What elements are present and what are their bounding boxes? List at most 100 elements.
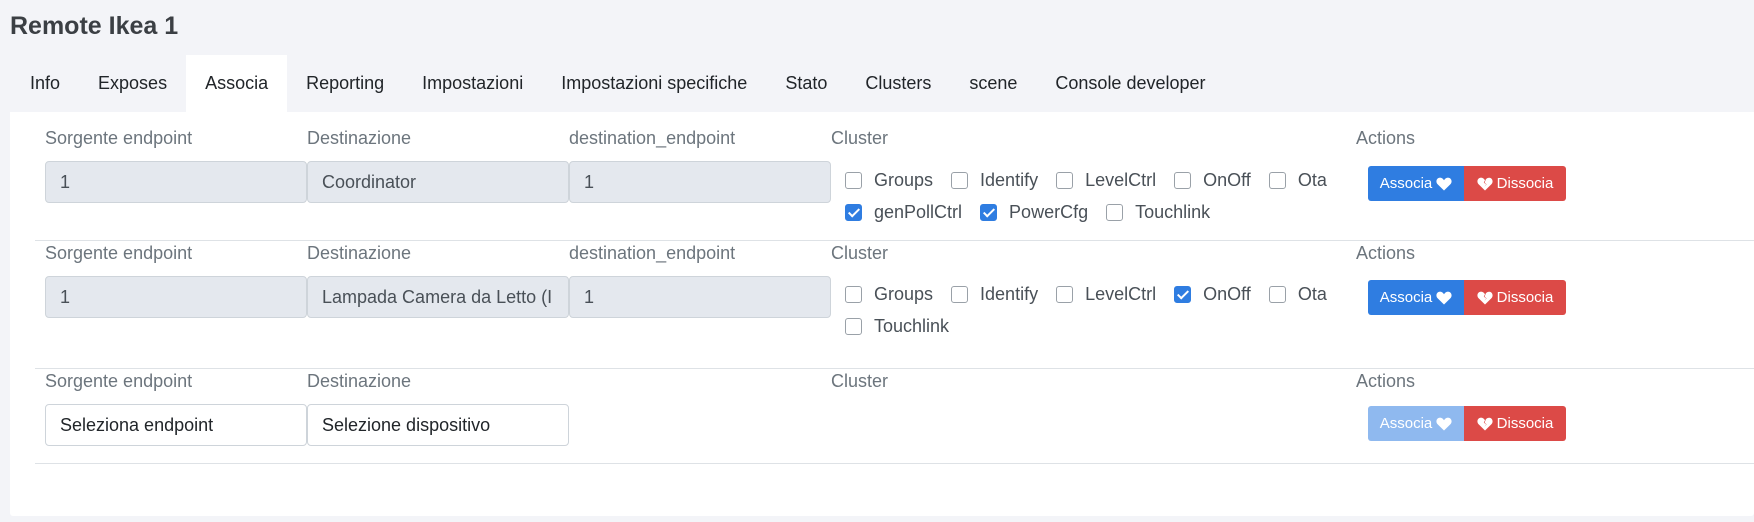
checkbox-label: Groups — [874, 169, 934, 190]
destination-endpoint-label: destination_endpoint — [569, 128, 736, 148]
destination-field[interactable]: Lampada Camera da Letto (I — [307, 276, 569, 318]
cluster-checkbox-genpollctrl[interactable]: genPollCtrl — [845, 202, 962, 223]
tab-impostazioni[interactable]: Impostazioni — [403, 55, 542, 112]
checkbox-label: Ota — [1297, 169, 1327, 190]
tab-impostazioni-specifiche[interactable]: Impostazioni specifiche — [542, 55, 766, 112]
dissocia-label: Dissocia — [1496, 289, 1554, 306]
actions-label: Actions — [1356, 128, 1416, 148]
checkbox-label: genPollCtrl — [874, 201, 963, 222]
destination-label: Destinazione — [307, 128, 412, 148]
tab-info[interactable]: Info — [10, 55, 79, 112]
tab-scene[interactable]: scene — [950, 55, 1036, 112]
checkbox-label: Identify — [980, 169, 1039, 190]
destination-endpoint-field[interactable]: 1 — [569, 161, 831, 203]
checkbox-label: PowerCfg — [1009, 201, 1089, 222]
checkbox-box[interactable] — [845, 203, 862, 221]
destination-field[interactable]: Coordinator — [307, 161, 569, 203]
checkbox-label: Touchlink — [1135, 201, 1211, 222]
cluster-checkbox-ota[interactable]: Ota — [1268, 283, 1327, 305]
associa-button[interactable]: Associa — [1368, 166, 1464, 201]
bind-actions: Associa Dissocia — [1368, 166, 1566, 201]
destination-label: Destinazione — [307, 371, 412, 391]
checkbox-box[interactable] — [1268, 171, 1286, 189]
source-endpoint-label: Sorgente endpoint — [45, 243, 193, 263]
checkbox-label: Ota — [1297, 283, 1327, 304]
dissocia-label: Dissocia — [1496, 415, 1554, 432]
checkbox-box[interactable] — [1056, 285, 1074, 303]
dissocia-button[interactable]: Dissocia — [1464, 166, 1566, 201]
destination-select[interactable]: Selezione dispositivo — [307, 404, 569, 446]
associa-button[interactable]: Associa — [1368, 280, 1464, 315]
actions-label: Actions — [1356, 371, 1416, 391]
tab-bar: Info Exposes Associa Reporting Impostazi… — [10, 55, 1225, 112]
checkbox-box[interactable] — [951, 285, 969, 303]
heart-icon — [1436, 291, 1452, 304]
destination-endpoint-label: destination_endpoint — [569, 243, 736, 263]
checkbox-box[interactable] — [845, 285, 862, 303]
checkbox-label: Touchlink — [874, 315, 950, 336]
tab-exposes[interactable]: Exposes — [79, 55, 186, 112]
checkbox-box[interactable] — [1174, 171, 1192, 189]
bind-actions: Associa Dissocia — [1368, 406, 1566, 441]
cluster-label: Cluster — [831, 243, 889, 263]
checkbox-box[interactable] — [980, 203, 998, 221]
tab-console-developer[interactable]: Console developer — [1036, 55, 1224, 112]
cluster-checkbox-onoff[interactable]: OnOff — [1174, 170, 1251, 191]
actions-label: Actions — [1356, 243, 1416, 263]
checkbox-box[interactable] — [1056, 171, 1074, 189]
cluster-checkbox-ota[interactable]: Ota — [1268, 169, 1327, 191]
cluster-checkbox-onoff[interactable]: OnOff — [1174, 284, 1251, 305]
heart-icon — [1436, 417, 1452, 430]
source-endpoint-label: Sorgente endpoint — [45, 128, 193, 148]
destination-label: Destinazione — [307, 243, 412, 263]
checkbox-label: Identify — [980, 283, 1039, 304]
bind-row-new: Sorgente endpoint Destinazione Cluster A… — [35, 368, 1754, 464]
source-endpoint-field[interactable]: 1 — [45, 161, 307, 203]
associa-button[interactable]: Associa — [1368, 406, 1464, 441]
cluster-checkbox-touchlink[interactable]: Touchlink — [845, 316, 949, 337]
cluster-checkbox-groups[interactable]: Groups — [845, 170, 933, 191]
broken-heart-icon — [1477, 417, 1493, 430]
associa-label: Associa — [1379, 289, 1433, 306]
checkbox-box[interactable] — [845, 317, 862, 335]
bind-row: Sorgente endpoint Destinazione destinati… — [35, 112, 1754, 241]
cluster-checkbox-groups[interactable]: Groups — [845, 284, 933, 305]
heart-icon — [1436, 177, 1452, 190]
checkbox-label: OnOff — [1203, 283, 1251, 304]
destination-endpoint-field[interactable]: 1 — [569, 276, 831, 318]
cluster-checkbox-levelctrl[interactable]: LevelCtrl — [1056, 284, 1156, 305]
cluster-checkbox-powercfg[interactable]: PowerCfg — [980, 202, 1088, 223]
cluster-checkbox-group: Groups Identify LevelCtrl OnOff Ota Touc… — [845, 278, 1385, 342]
checkbox-box[interactable] — [1174, 285, 1192, 303]
dissocia-button[interactable]: Dissocia — [1464, 406, 1566, 441]
source-endpoint-field[interactable]: 1 — [45, 276, 307, 318]
tab-clusters[interactable]: Clusters — [846, 55, 950, 112]
cluster-checkbox-group: Groups Identify LevelCtrl OnOff Ota genP… — [845, 164, 1385, 228]
cluster-checkbox-identify[interactable]: Identify — [951, 170, 1038, 191]
checkbox-box[interactable] — [1106, 203, 1124, 221]
bind-row: Sorgente endpoint Destinazione destinati… — [35, 240, 1754, 369]
tab-reporting[interactable]: Reporting — [287, 55, 403, 112]
cluster-label: Cluster — [831, 371, 889, 391]
checkbox-label: OnOff — [1203, 169, 1251, 190]
checkbox-label: LevelCtrl — [1085, 283, 1157, 304]
bind-actions: Associa Dissocia — [1368, 280, 1566, 315]
dissocia-label: Dissocia — [1496, 175, 1554, 192]
cluster-label: Cluster — [831, 128, 889, 148]
page-title: Remote Ikea 1 — [10, 12, 179, 40]
cluster-checkbox-touchlink[interactable]: Touchlink — [1106, 202, 1210, 223]
dissocia-button[interactable]: Dissocia — [1464, 280, 1566, 315]
tab-stato[interactable]: Stato — [766, 55, 846, 112]
checkbox-box[interactable] — [951, 171, 969, 189]
checkbox-label: LevelCtrl — [1085, 169, 1157, 190]
source-endpoint-label: Sorgente endpoint — [45, 371, 193, 391]
bind-panel: Sorgente endpoint Destinazione destinati… — [10, 112, 1754, 516]
checkbox-box[interactable] — [845, 171, 862, 189]
cluster-checkbox-identify[interactable]: Identify — [951, 284, 1038, 305]
tab-associa[interactable]: Associa — [186, 55, 288, 112]
source-endpoint-select[interactable]: Seleziona endpoint — [45, 404, 307, 446]
associa-label: Associa — [1379, 175, 1433, 192]
checkbox-box[interactable] — [1268, 285, 1286, 303]
associa-label: Associa — [1379, 415, 1433, 432]
cluster-checkbox-levelctrl[interactable]: LevelCtrl — [1056, 170, 1156, 191]
